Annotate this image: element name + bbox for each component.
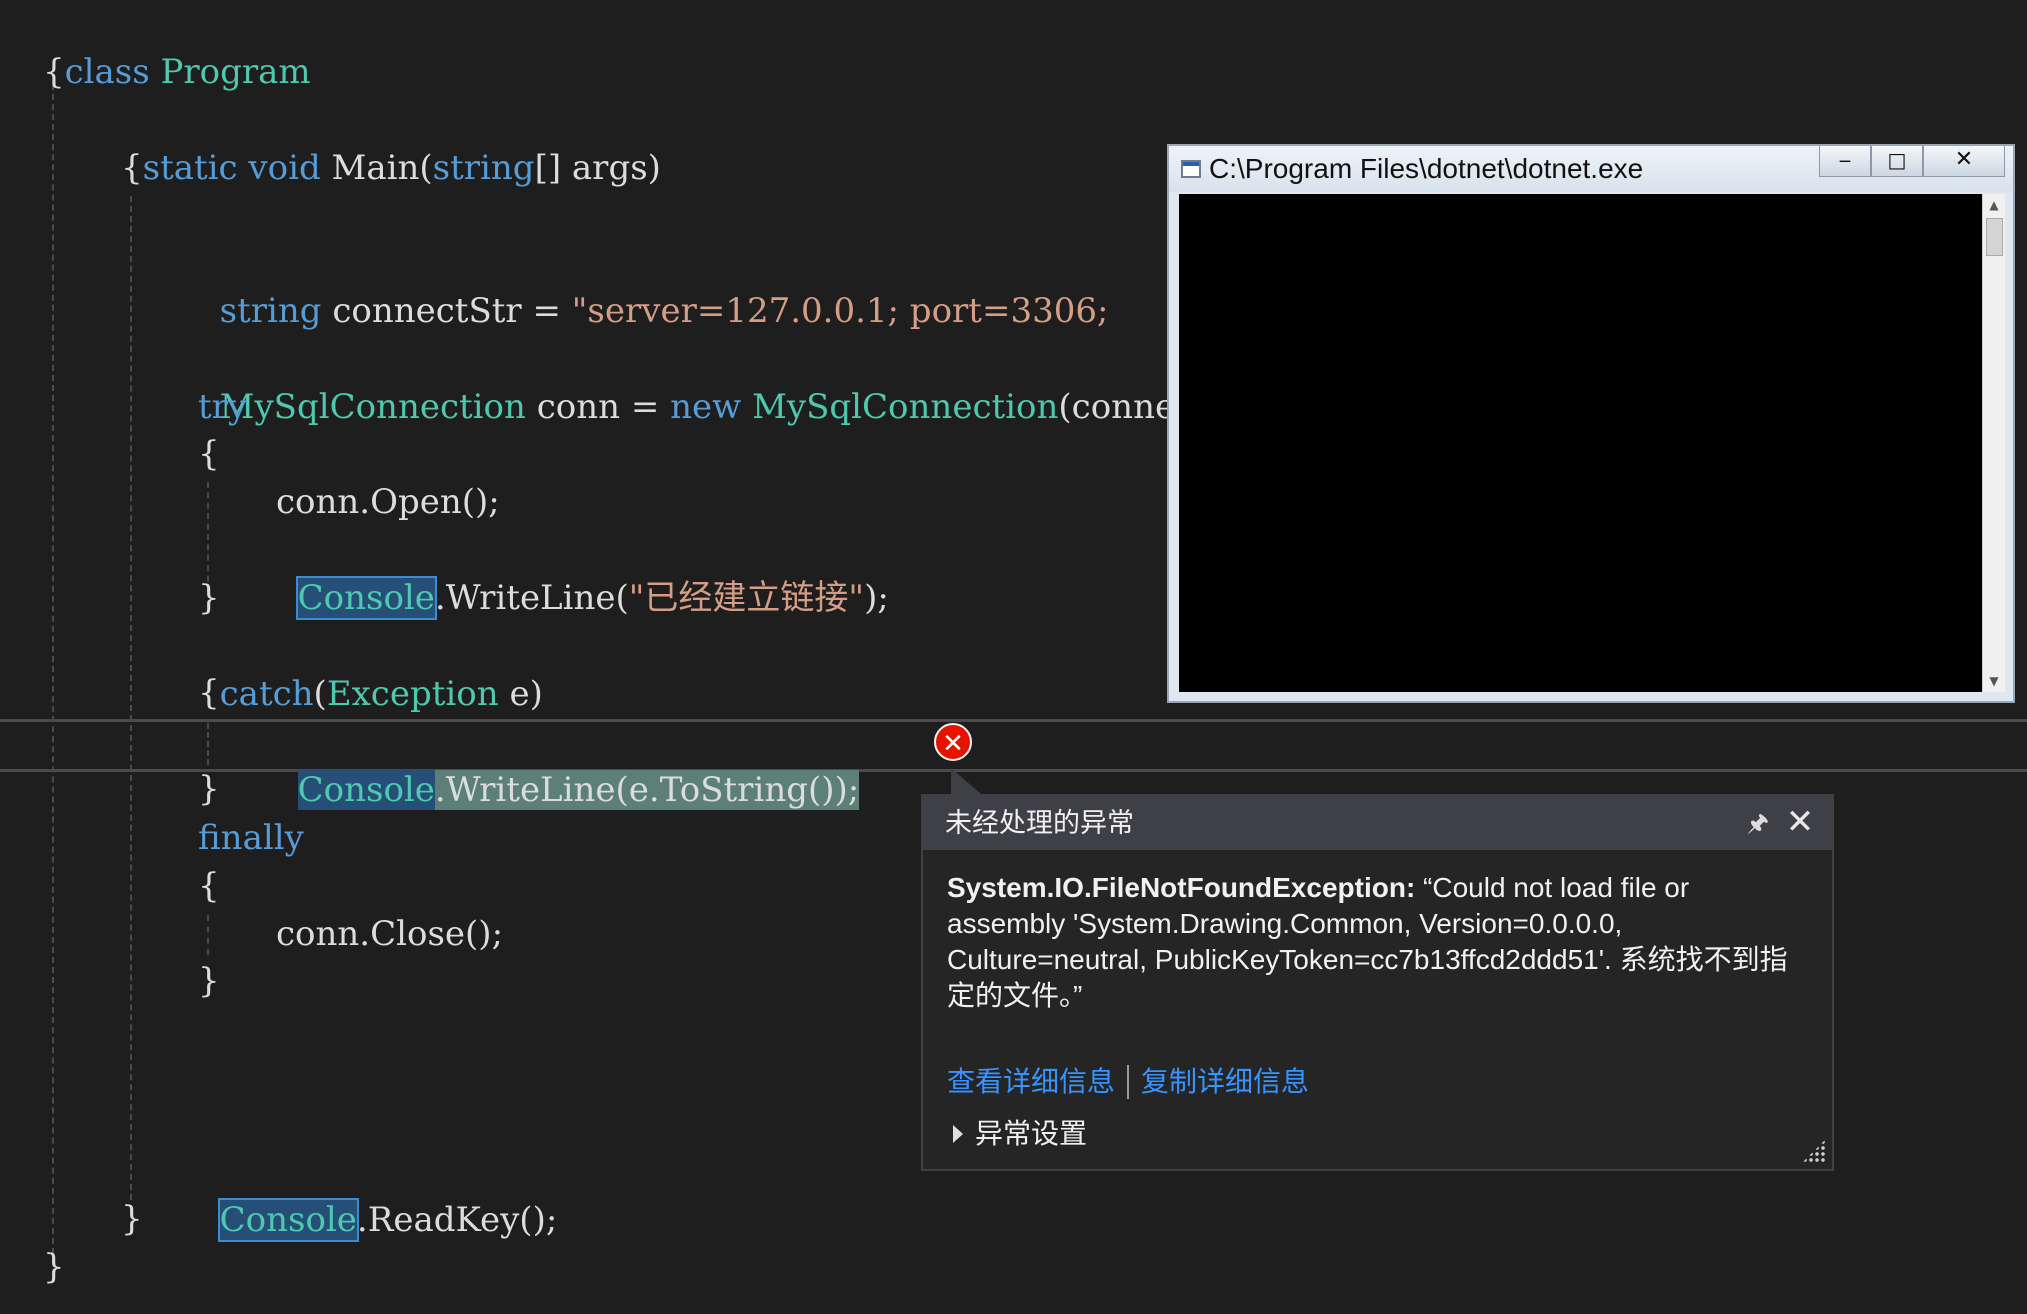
current-statement-text: .WriteLine(e.ToString()); — [434, 770, 860, 810]
indent-guide — [130, 196, 132, 1200]
scroll-thumb[interactable] — [1986, 218, 2003, 256]
code-text: .WriteLine( — [434, 578, 629, 618]
code-line[interactable]: Console.WriteLine("已经建立链接"); — [276, 526, 889, 620]
exception-popup-header: 未经处理的异常 🖈 ✕ — [923, 796, 1832, 850]
type-name: Exception — [326, 674, 499, 714]
string-literal: "已经建立链接" — [628, 578, 865, 618]
current-statement-line[interactable]: Console.WriteLine(e.ToString()); — [276, 718, 860, 810]
code-line[interactable]: conn.Close(); — [276, 910, 503, 958]
close-icon[interactable]: ✕ — [1782, 804, 1818, 840]
code-text: connectStr = — [321, 291, 572, 331]
keyword: string — [219, 291, 322, 331]
type-name: MySqlConnection — [752, 387, 1059, 427]
copy-details-link[interactable]: 复制详细信息 — [1141, 1062, 1309, 1102]
exception-popup[interactable]: 未经处理的异常 🖈 ✕ System.IO.FileNotFoundExcept… — [921, 794, 1834, 1171]
code-line[interactable]: } — [43, 1243, 65, 1291]
code-text: conn.Close(); — [276, 914, 504, 954]
view-details-link[interactable]: 查看详细信息 — [947, 1062, 1115, 1102]
exception-settings-toggle[interactable]: 异常设置 — [953, 1114, 1087, 1154]
brace: } — [121, 1199, 143, 1239]
type-name: MySqlConnection — [219, 387, 526, 427]
pin-icon[interactable]: 🖈 — [1746, 806, 1770, 840]
code-text: ); — [864, 578, 889, 618]
code-line[interactable]: } — [198, 574, 220, 622]
brace: } — [198, 769, 220, 809]
popup-pointer — [951, 768, 981, 794]
brace: } — [198, 578, 220, 618]
code-line[interactable]: { — [198, 430, 220, 478]
exception-popup-title: 未经处理的异常 — [945, 808, 1134, 838]
error-icon[interactable]: ✕ — [934, 723, 972, 761]
code-line[interactable]: } — [198, 957, 220, 1005]
console-scrollbar[interactable]: ▲ ▼ — [1982, 194, 2005, 692]
code-line[interactable]: string connectStr = "server=127.0.0.1; p… — [198, 239, 1109, 331]
code-line[interactable]: Console.ReadKey(); — [198, 1148, 557, 1242]
keyword: catch — [219, 674, 314, 714]
indent-guide — [207, 915, 209, 955]
type-name-highlighted: Console — [297, 770, 435, 810]
paren: ( — [419, 148, 433, 188]
type-name-highlighted: Console — [217, 1198, 359, 1242]
string-literal: "server=127.0.0.1; port=3306; — [571, 291, 1109, 331]
keyword: new — [670, 387, 742, 427]
code-line[interactable]: { — [198, 862, 220, 910]
brace: } — [43, 1247, 65, 1287]
brace: { — [121, 148, 143, 188]
code-line[interactable]: try — [198, 383, 247, 431]
scroll-up-icon[interactable]: ▲ — [1983, 194, 2005, 216]
exception-message: System.IO.FileNotFoundException: “Could … — [947, 870, 1807, 1014]
code-line[interactable]: { — [43, 48, 65, 96]
code-line[interactable]: finally — [198, 814, 304, 862]
scroll-down-icon[interactable]: ▼ — [1983, 670, 2005, 692]
paren: ( — [313, 674, 327, 714]
type-name-highlighted: Console — [295, 576, 437, 620]
console-app-icon — [1181, 160, 1201, 178]
link-separator — [1127, 1065, 1130, 1099]
code-text: conn = — [525, 387, 671, 427]
console-title-bar[interactable]: C:\Program Files\dotnet\dotnet.exe ‒ □ ✕ — [1169, 146, 2013, 192]
code-text: e) — [498, 674, 543, 714]
code-line[interactable]: catch(Exception e) — [198, 622, 543, 714]
console-window[interactable]: C:\Program Files\dotnet\dotnet.exe ‒ □ ✕… — [1167, 144, 2015, 703]
code-line[interactable]: static void Main(string[] args) — [121, 96, 661, 188]
code-line[interactable]: MySqlConnection conn = new MySqlConnecti… — [198, 335, 1208, 427]
class-name: Program — [160, 52, 311, 92]
exception-links: 查看详细信息 复制详细信息 — [947, 1062, 1309, 1102]
console-title: C:\Program Files\dotnet\dotnet.exe — [1209, 153, 1644, 184]
window-controls: ‒ □ ✕ — [1819, 146, 2005, 178]
brace: { — [198, 434, 220, 474]
minimize-button[interactable]: ‒ — [1819, 146, 1871, 177]
keyword: static — [142, 148, 238, 188]
exception-settings-label: 异常设置 — [975, 1118, 1088, 1149]
code-text: [] args) — [534, 148, 661, 188]
expand-arrow-icon — [953, 1125, 963, 1143]
resize-grip-icon[interactable] — [1802, 1139, 1826, 1163]
code-text: conn.Open(); — [276, 482, 500, 522]
keyword: string — [432, 148, 535, 188]
code-text: .ReadKey(); — [356, 1200, 558, 1240]
method-name: Main — [331, 148, 420, 188]
keyword: void — [248, 148, 321, 188]
indent-guide — [52, 84, 54, 1264]
brace: } — [198, 961, 220, 1001]
code-line[interactable]: { — [121, 144, 143, 192]
close-button[interactable]: ✕ — [1923, 146, 2005, 177]
keyword: try — [198, 387, 248, 427]
keyword: finally — [198, 818, 304, 858]
exception-type: System.IO.FileNotFoundException: — [947, 872, 1416, 903]
console-output[interactable] — [1179, 194, 1987, 692]
code-line[interactable]: } — [198, 765, 220, 813]
code-line[interactable]: class Program — [43, 0, 311, 92]
brace: { — [198, 866, 220, 906]
brace: { — [198, 673, 220, 713]
keyword: class — [64, 52, 150, 92]
code-line[interactable]: } — [121, 1195, 143, 1243]
code-line[interactable]: { — [198, 669, 220, 717]
maximize-button[interactable]: □ — [1871, 146, 1923, 177]
code-line[interactable]: conn.Open(); — [276, 478, 500, 526]
brace: { — [43, 52, 65, 92]
